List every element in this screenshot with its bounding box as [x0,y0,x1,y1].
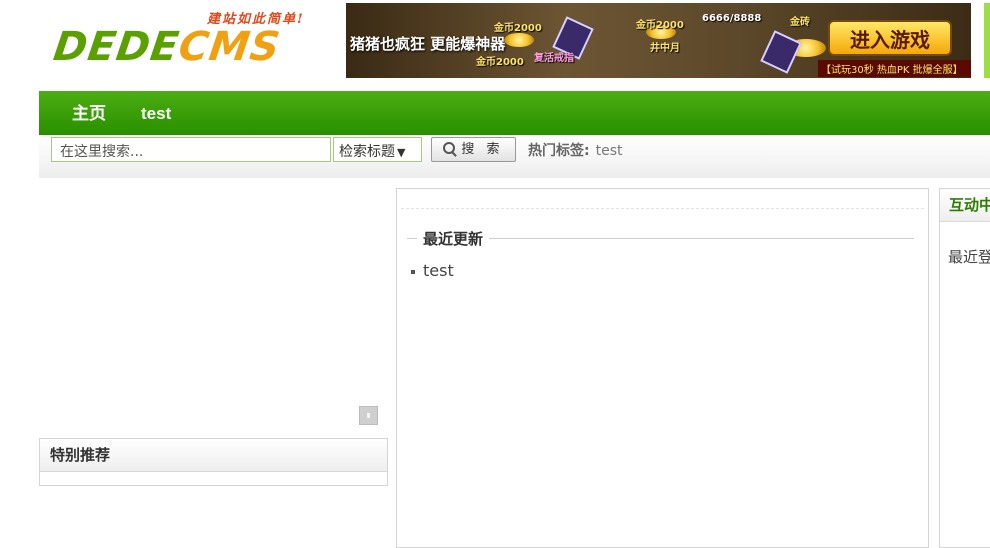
nav-item-home[interactable]: 主页 [72,91,106,137]
search-button[interactable]: 搜 索 [431,137,516,162]
banner-label: 金砖 [790,17,810,28]
search-button-label: 搜 索 [461,142,504,157]
special-recommend-panel: 特别推荐 [39,438,388,486]
nav-item-test[interactable]: test [141,91,171,137]
list-item-link[interactable]: test [423,261,454,280]
slideshow-control[interactable] [359,406,378,425]
banner-label: 金币2000 [476,57,524,68]
banner-label: 金币2000 [636,20,684,31]
side-banner-edge [984,3,990,78]
banner-label: 井中月 [650,43,680,54]
hot-tag-link[interactable]: test [596,143,623,159]
banner-label: 6666/8888 [702,13,762,24]
recent-login-label: 最近登录 [948,248,990,266]
banner-label: 金币2000 [494,23,542,34]
hot-tags-label: 热门标签: [528,143,590,159]
logo-word-accent: CMS [175,24,284,70]
ad-banner[interactable]: 猪猪也疯狂 更能爆神器 金币2000 金币2000 金币2000 复活戒指 井中… [346,3,971,78]
hot-tags: 热门标签: test [528,140,623,160]
banner-fine-print: 【试玩30秒 热血PK 批爆全服】 [818,60,971,77]
search-input[interactable]: 在这里搜索... [51,137,331,162]
main-nav: 主页 test [39,91,990,135]
interaction-center-panel: 互动中心 最近登录 [939,188,990,548]
recent-updates-title: 最近更新 [417,228,490,249]
logo-word-main: DEDE [50,24,183,70]
search-bar: 在这里搜索... 检索标题 ▼ 搜 索 热门标签: test [39,135,990,178]
enter-game-button[interactable]: 进入游戏 [828,20,952,56]
recent-updates-list: test [411,261,454,281]
gold-ingot-icon [504,33,534,47]
search-type-value: 检索标题 [339,144,395,160]
site-logo[interactable]: 建站如此简单! DEDECMS [51,6,322,76]
logo-wordmark: DEDECMS [51,24,283,70]
list-item[interactable]: test [411,261,454,281]
banner-tagline: 猪猪也疯狂 更能爆神器 [350,35,506,53]
interaction-center-title: 互动中心 [940,189,990,222]
bullet-icon [411,269,415,274]
main-content-panel: 最近更新 test [396,188,929,548]
banner-label: 复活戒指 [534,53,574,64]
dropdown-arrow-icon: ▼ [397,146,406,159]
skill-book-icon [760,30,802,74]
search-type-select[interactable]: 检索标题 ▼ [333,137,422,162]
dashed-divider [401,208,924,209]
search-icon [443,142,456,154]
special-recommend-title: 特别推荐 [40,439,387,472]
